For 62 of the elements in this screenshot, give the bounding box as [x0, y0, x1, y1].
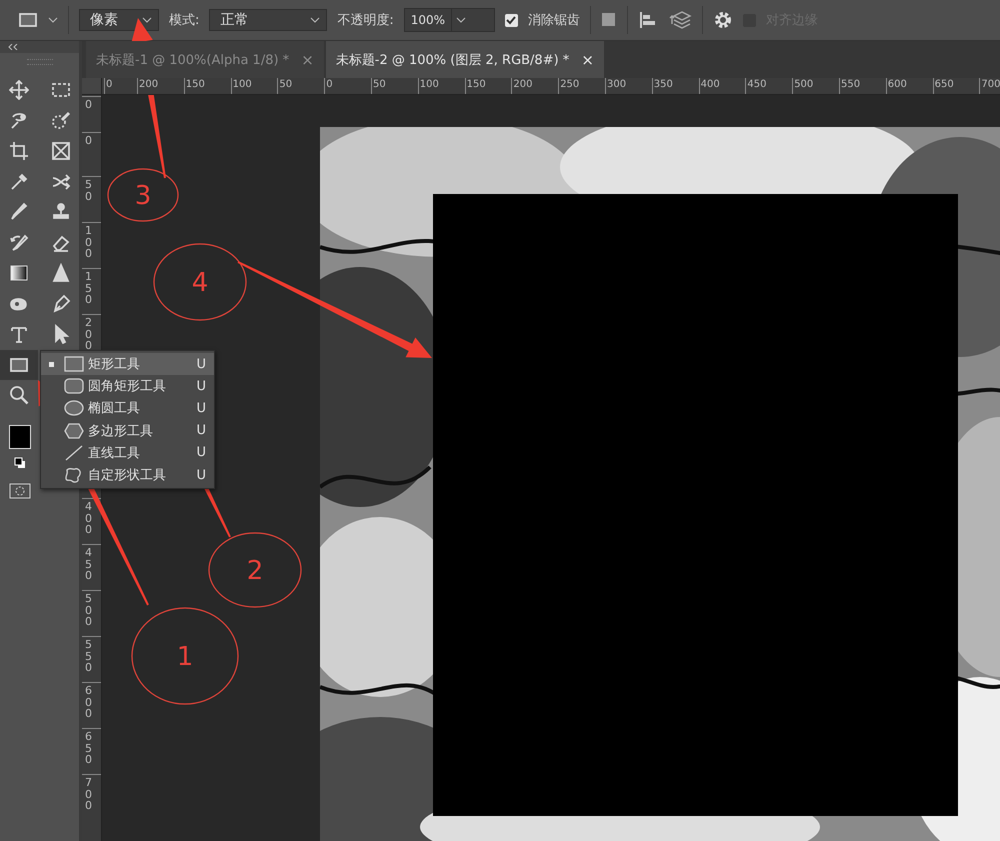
ruler-label: 550: [85, 639, 93, 674]
blend-mode-dropdown[interactable]: 正常: [209, 9, 328, 31]
ruler-label: 400: [700, 79, 720, 90]
document-tab[interactable]: 未标题-2 @ 100% (图层 2, RGB/8#) * ×: [326, 41, 604, 78]
mode-label: 模式:: [169, 12, 200, 29]
ruler-label: 0: [85, 99, 93, 111]
ruler-label: 200: [85, 317, 93, 352]
menu-item-label: 矩形工具: [88, 356, 141, 374]
ruler-label: 400: [85, 501, 93, 536]
ruler-label: 50: [373, 79, 386, 90]
ruler-label: 700: [981, 79, 1000, 90]
ruler-label: 550: [841, 79, 860, 90]
ruler-label: 700: [85, 777, 93, 812]
ruler-label: 200: [513, 79, 532, 90]
shortcut-label: U: [196, 445, 206, 460]
ruler-label: 100: [420, 79, 439, 90]
ruler-label: 150: [186, 79, 205, 90]
mode-dropdown[interactable]: 像素: [79, 9, 159, 31]
shortcut-label: U: [196, 356, 206, 372]
ruler-label: 250: [560, 79, 580, 90]
menu-item[interactable]: 矩形工具 U: [41, 353, 214, 376]
menu-item-label: 椭圆工具: [88, 400, 141, 418]
menu-item-label: 直线工具: [88, 444, 141, 462]
ruler-label: 0: [85, 135, 93, 147]
ruler-label: 200: [139, 79, 158, 90]
ruler-label: 650: [85, 731, 93, 766]
menu-item-label: 自定形状工具: [88, 467, 167, 484]
menu-item[interactable]: 多边形工具 U: [41, 420, 214, 442]
ruler-label: 0: [106, 79, 112, 90]
ruler-label: 600: [85, 685, 93, 720]
shortcut-label: U: [196, 378, 206, 394]
ruler-label: 300: [607, 79, 626, 90]
menu-item[interactable]: 圆角矩形工具 U: [41, 375, 214, 398]
menu-item-label: 多边形工具: [88, 422, 154, 440]
ruler-label: 150: [466, 79, 486, 90]
shortcut-label: U: [196, 423, 206, 438]
shortcut-label: U: [196, 468, 206, 483]
antialias-label: 消除锯齿: [528, 12, 580, 29]
ruler-label: 450: [85, 547, 93, 582]
ruler-label: 100: [232, 79, 252, 90]
ruler-label: 100: [85, 225, 93, 260]
ruler-label: 50: [279, 79, 292, 90]
ruler-label: 600: [888, 79, 907, 90]
ruler-label: 0: [326, 79, 333, 90]
ruler-label: 150: [85, 271, 93, 306]
annotation-number: 4: [192, 268, 208, 298]
ruler-label: 50: [85, 179, 93, 202]
close-tab-button[interactable]: ×: [581, 50, 594, 68]
opacity-label: 不透明度:: [337, 12, 394, 29]
annotation-number: 1: [176, 642, 194, 672]
menu-item[interactable]: 直线工具 U: [41, 442, 214, 464]
ruler-label: 500: [85, 593, 93, 628]
annotation-number: 2: [246, 556, 264, 586]
menu-item[interactable]: 椭圆工具 U: [41, 397, 214, 420]
shortcut-label: U: [196, 400, 206, 416]
ruler-label: 450: [747, 79, 766, 90]
ruler-label: 650: [934, 79, 954, 90]
annotation-number: 3: [134, 181, 152, 211]
ruler-label: 350: [654, 79, 673, 90]
menu-item[interactable]: 自定形状工具 U: [41, 464, 214, 486]
ruler-label: 500: [794, 79, 814, 90]
menu-item-label: 圆角矩形工具: [88, 378, 167, 396]
